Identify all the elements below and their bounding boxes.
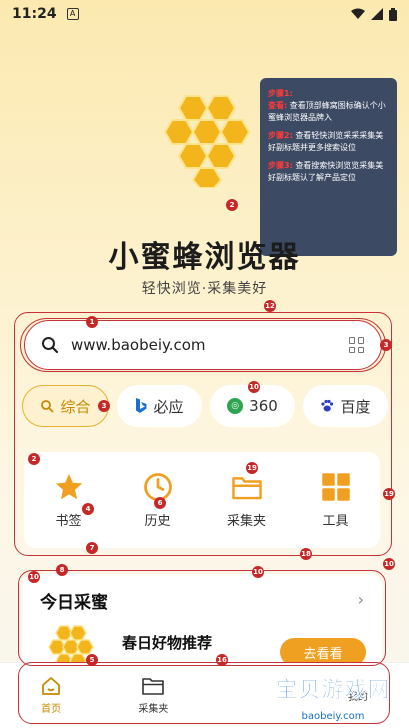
- site-watermark: 宝贝游戏网 baobeiy.com: [263, 672, 403, 722]
- home-icon: [42, 677, 61, 695]
- tip-step-1: 步骤1: 查看: 查看顶部蜂窝图标确认个小蜜蜂浏览器品牌入: [268, 88, 389, 124]
- status-bar: 11:24 A: [0, 0, 409, 28]
- app-title: 小蜜蜂浏览器: [108, 240, 301, 275]
- notification-icon: A: [66, 8, 79, 20]
- quick-actions-panel: 书签 历史 采集夹 工具: [24, 452, 380, 548]
- star-icon: [55, 473, 82, 499]
- tip-step-title: 步骤3:: [268, 161, 293, 170]
- engine-chip-label: 百度: [340, 397, 371, 416]
- tip-step-title: 步骤1:: [268, 89, 293, 98]
- quick-action-bookmarks[interactable]: 书签: [29, 472, 109, 529]
- battery-icon: [389, 7, 397, 21]
- quick-action-label: 历史: [144, 513, 171, 529]
- engine-chip-bing[interactable]: 必应: [117, 385, 202, 427]
- today-card-title: 今日采蜜: [40, 593, 108, 613]
- status-indicators: [351, 7, 397, 21]
- quick-action-label: 书签: [55, 513, 82, 529]
- today-honey-card[interactable]: 今日采蜜 › 春日好物推荐 去看看: [22, 574, 382, 674]
- annotation-marker: 12: [264, 300, 276, 312]
- grid-icon: [321, 472, 350, 501]
- engine-chip-baidu[interactable]: 百度: [303, 385, 388, 427]
- nav-item-label: 首页: [41, 704, 62, 715]
- quick-action-tools[interactable]: 工具: [296, 472, 376, 529]
- annotation-marker: 5: [86, 654, 98, 666]
- signal-icon: [371, 8, 383, 20]
- annotation-marker: 18: [300, 548, 312, 560]
- annotation-marker: 10: [28, 571, 40, 583]
- status-time: 11:24: [12, 6, 57, 22]
- quick-action-label: 采集夹: [226, 513, 266, 529]
- nav-item-home[interactable]: 首页: [16, 676, 86, 715]
- tip-step-label: 查看:: [268, 101, 288, 110]
- engine-chip-label: 必应: [153, 397, 184, 416]
- folder-icon: [231, 476, 262, 499]
- nav-item-label: 采集夹: [138, 704, 169, 715]
- honeycomb-logo: [163, 95, 251, 188]
- annotation-marker: 3: [98, 400, 110, 412]
- search-engine-row: 综合 必应 ◎ 360 百度: [22, 385, 388, 429]
- scan-icon[interactable]: [349, 337, 365, 353]
- annotation-marker: 16: [216, 654, 228, 666]
- annotation-marker: 3: [380, 339, 392, 351]
- tip-step-2: 步骤2: 查看轻快浏览采采采集美好副标题并更多搜索设位: [268, 130, 389, 154]
- quick-action-label: 工具: [322, 513, 349, 529]
- quick-action-collections[interactable]: 采集夹: [207, 472, 287, 529]
- annotation-marker: 19: [246, 462, 258, 474]
- folder-icon: [142, 678, 165, 695]
- watermark-title: 宝贝游戏网: [275, 678, 391, 704]
- 360-icon: ◎: [227, 398, 244, 414]
- annotation-marker: 2: [226, 199, 238, 211]
- engine-chip-all[interactable]: 综合: [22, 385, 109, 427]
- annotation-marker: 10: [248, 381, 260, 393]
- annotation-marker: 8: [56, 564, 68, 576]
- tip-step-title: 步骤2:: [268, 131, 293, 140]
- annotation-marker: 6: [154, 497, 166, 509]
- annotation-marker: 19: [383, 488, 395, 500]
- tutorial-tip-box: 步骤1: 查看: 查看顶部蜂窝图标确认个小蜜蜂浏览器品牌入 步骤2: 查看轻快浏…: [260, 78, 397, 256]
- today-item-title: 春日好物推荐: [122, 634, 213, 652]
- engine-chip-label: 综合: [60, 397, 91, 416]
- nav-item-collections[interactable]: 采集夹: [118, 676, 188, 715]
- tip-step-3: 步骤3: 查看搜索快浏览览采集美好副标题认了解产品定位: [268, 160, 389, 184]
- app-subtitle: 轻快浏览·采集美好: [141, 281, 268, 297]
- annotation-marker: 4: [82, 503, 94, 515]
- baidu-icon: [321, 399, 334, 412]
- annotation-marker: 7: [86, 542, 98, 554]
- search-icon: [42, 337, 59, 354]
- wifi-icon: [351, 8, 365, 19]
- chevron-right-icon[interactable]: ›: [358, 590, 364, 609]
- bing-icon: [136, 398, 147, 413]
- annotation-marker: 10: [383, 558, 395, 570]
- search-icon: [41, 400, 55, 413]
- annotation-marker: 1: [86, 316, 98, 328]
- search-input[interactable]: www.baobeiy.com: [71, 336, 349, 354]
- engine-chip-label: 360: [249, 397, 278, 415]
- annotation-marker: 2: [28, 453, 40, 465]
- watermark-url: baobeiy.com: [295, 711, 371, 722]
- annotation-marker: 10: [252, 566, 264, 578]
- search-box[interactable]: www.baobeiy.com: [24, 320, 382, 370]
